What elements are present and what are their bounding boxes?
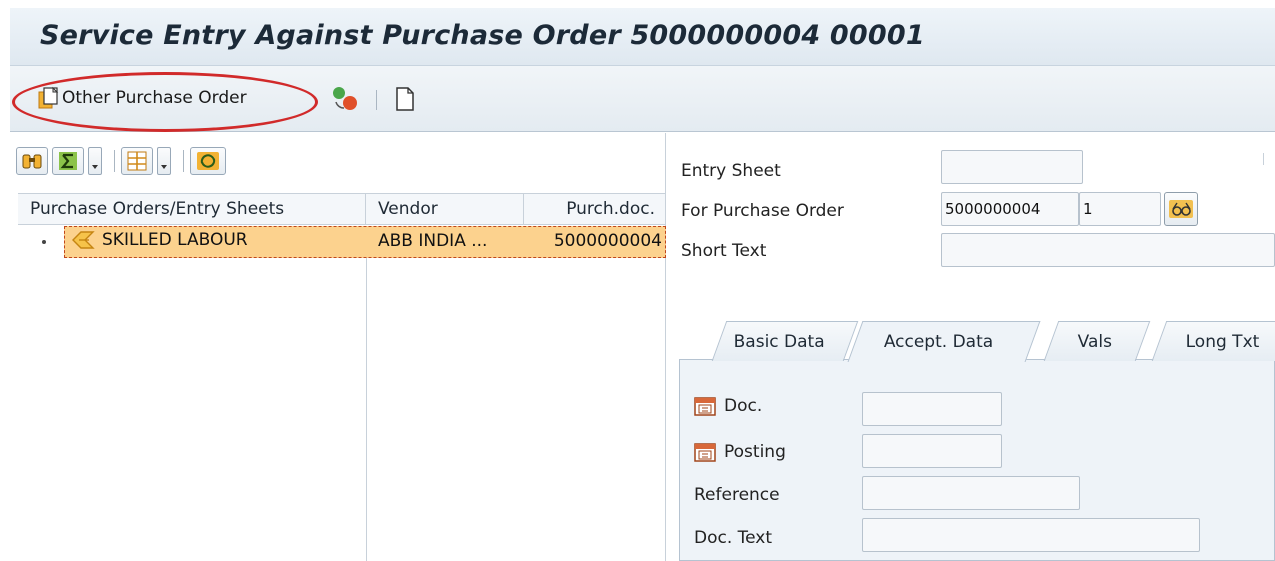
sum-dropdown[interactable] (88, 147, 102, 175)
column-header-purch-doc[interactable]: Purch.doc. (524, 194, 666, 224)
posting-label-text: Posting (724, 442, 786, 462)
layout-button[interactable] (121, 147, 153, 175)
sigma-icon (59, 152, 77, 170)
status-indicator-button[interactable] (330, 84, 360, 112)
row-po-cell[interactable]: SKILLED LABOUR (70, 229, 368, 251)
title-bar: Service Entry Against Purchase Order 500… (10, 8, 1275, 66)
entry-sheet-pane: Entry Sheet For Purchase Order 500000000… (667, 133, 1275, 561)
tab-long-txt-label: Long Txt (1185, 331, 1260, 352)
doc-date-field[interactable] (862, 392, 1002, 426)
doc-date-label: Doc. (694, 396, 762, 416)
calendar-icon (694, 397, 716, 416)
tree-bullet (18, 226, 64, 258)
other-purchase-order-button[interactable]: Other Purchase Order (36, 86, 247, 110)
refresh-button[interactable] (190, 147, 226, 175)
other-document-icon (38, 86, 59, 109)
column-divider (366, 226, 367, 561)
layout-dropdown[interactable] (157, 147, 171, 175)
tab-vals[interactable]: Vals (1043, 321, 1151, 361)
tree-column-headers: Purchase Orders/Entry Sheets Vendor Purc… (18, 193, 666, 225)
for-purchase-order-label: For Purchase Order (681, 201, 844, 221)
doc-text-field[interactable] (862, 518, 1200, 552)
calendar-icon (694, 443, 716, 462)
doc-text-label: Doc. Text (694, 528, 773, 548)
column-header-vendor[interactable]: Vendor (366, 194, 524, 224)
tab-basic-data[interactable]: Basic Data (711, 321, 859, 361)
short-text-field[interactable] (941, 233, 1275, 267)
doc-label-text: Doc. (724, 396, 763, 416)
po-item-field[interactable]: 1 (1079, 192, 1161, 226)
blank-document-icon (396, 87, 414, 111)
glasses-icon (1169, 200, 1193, 218)
tab-accept-data[interactable]: Accept. Data (847, 321, 1041, 362)
tab-accept-data-label: Accept. Data (883, 332, 994, 352)
column-header-po-entry-sheets[interactable]: Purchase Orders/Entry Sheets (18, 194, 366, 224)
accept-data-tab-panel: Doc. Posting Reference Doc. Text (679, 359, 1275, 561)
posting-date-label: Posting (694, 442, 786, 462)
mini-toolbar-separator-2 (183, 150, 184, 172)
tab-basic-data-label: Basic Data (733, 331, 825, 352)
reference-field[interactable] (862, 476, 1080, 510)
toolbar-separator (376, 90, 377, 110)
table-row[interactable]: SKILLED LABOUR ABB INDIA ... 5000000004 (18, 226, 666, 258)
posting-date-field[interactable] (862, 434, 1002, 468)
traffic-light-icon (333, 87, 357, 110)
other-purchase-order-label: Other Purchase Order (62, 88, 247, 108)
tree-toolbar (16, 145, 230, 177)
new-document-button[interactable] (394, 86, 416, 112)
tab-vals-label: Vals (1077, 331, 1113, 352)
row-vendor-cell[interactable]: ABB INDIA ... (378, 231, 528, 251)
mini-toolbar-separator (114, 150, 115, 172)
display-po-button[interactable] (1164, 192, 1198, 226)
row-po-text: SKILLED LABOUR (102, 230, 248, 250)
application-toolbar: Other Purchase Order (10, 66, 1275, 132)
sum-button[interactable] (52, 147, 84, 175)
entry-sheet-label: Entry Sheet (681, 161, 781, 181)
layout-grid-icon (127, 151, 147, 171)
tab-strip: Doc. Posting Reference Doc. Text Basic D… (679, 321, 1275, 561)
find-button[interactable] (16, 147, 48, 175)
po-number-field[interactable]: 5000000004 (941, 192, 1079, 226)
row-purch-doc-cell[interactable]: 5000000004 (532, 231, 662, 251)
reference-label: Reference (694, 485, 780, 505)
binoculars-icon (22, 154, 42, 169)
frame-divider (1263, 153, 1264, 165)
entry-sheet-field[interactable] (941, 150, 1083, 184)
window-title: Service Entry Against Purchase Order 500… (40, 20, 925, 51)
refresh-icon (197, 152, 219, 170)
purchase-order-tree-pane: Purchase Orders/Entry Sheets Vendor Purc… (10, 133, 666, 561)
purchase-order-icon (72, 231, 95, 249)
tab-long-txt[interactable]: Long Txt (1151, 321, 1275, 361)
short-text-label: Short Text (681, 241, 767, 261)
